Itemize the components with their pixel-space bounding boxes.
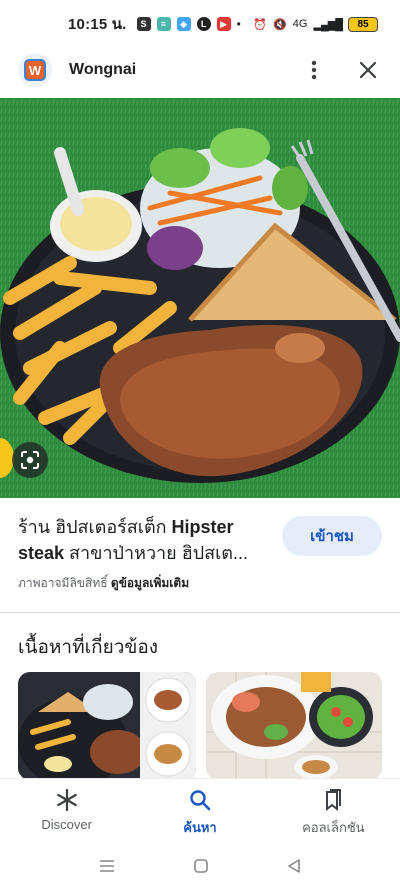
status-right: ⏰ 🔇 4G ▂▄▆█ 85 bbox=[253, 16, 378, 32]
nav-collections[interactable]: คอลเล็กชัน bbox=[267, 779, 400, 848]
title-suffix: สาขาป่าหวาย ฮิปสเต... bbox=[64, 543, 248, 563]
youtube-icon: ▶ bbox=[216, 17, 231, 31]
google-lens-icon bbox=[21, 451, 39, 469]
more-info-link[interactable]: ดูข้อมูลเพิ่มเติม bbox=[111, 576, 189, 590]
app-header: W Wongnai bbox=[0, 48, 400, 92]
nav-discover-label: Discover bbox=[41, 817, 92, 832]
bottom-navigation: Discover ค้นหา คอลเล็กชัน bbox=[0, 778, 400, 848]
title-line2-bold: steak bbox=[18, 543, 65, 563]
back-triangle-icon bbox=[287, 859, 300, 873]
more-vert-icon bbox=[311, 60, 317, 80]
app-title: Wongnai bbox=[69, 61, 137, 78]
wongnai-logo-icon: W bbox=[24, 59, 46, 81]
result-info: ร้าน ฮิปสเตอร์สเต็ก Hipster steak สาขาป่… bbox=[18, 514, 382, 593]
related-thumbnail[interactable] bbox=[18, 672, 196, 780]
related-heading: เนื้อหาที่เกี่ยวข้อง bbox=[18, 637, 159, 658]
related-thumbnail[interactable] bbox=[206, 672, 382, 780]
asterisk-icon bbox=[56, 789, 77, 811]
line-icon: L bbox=[196, 17, 211, 31]
search-icon bbox=[190, 790, 211, 811]
home-button[interactable] bbox=[193, 858, 209, 879]
visit-button[interactable]: เข้าชม bbox=[282, 516, 382, 556]
close-button[interactable] bbox=[354, 56, 382, 84]
home-square-icon bbox=[194, 859, 208, 873]
mute-icon: 🔇 bbox=[273, 18, 287, 31]
close-icon bbox=[359, 61, 377, 79]
app-icon: ≡ bbox=[156, 17, 171, 31]
copyright-line: ภาพอาจมีลิขสิทธิ์ ดูข้อมูลเพิ่มเติม bbox=[18, 574, 382, 593]
bookmarks-icon bbox=[326, 789, 342, 811]
result-title[interactable]: ร้าน ฮิปสเตอร์สเต็ก Hipster steak สาขาป่… bbox=[18, 514, 273, 566]
header-actions bbox=[300, 56, 382, 84]
title-bold: Hipster bbox=[171, 517, 234, 537]
nav-search[interactable]: ค้นหา bbox=[133, 779, 266, 848]
nav-discover[interactable]: Discover bbox=[0, 779, 133, 848]
nav-search-label: ค้นหา bbox=[183, 820, 217, 835]
notification-icons: S ≡ ◆ L ▶ • bbox=[136, 17, 241, 31]
related-image-2 bbox=[206, 672, 382, 780]
nav-collections-label: คอลเล็กชัน bbox=[302, 820, 365, 835]
section-divider bbox=[0, 612, 400, 613]
steak-plate-image bbox=[0, 98, 400, 498]
status-bar: 10:15 น. S ≡ ◆ L ▶ • ⏰ 🔇 4G ▂▄▆█ 85 bbox=[0, 0, 400, 48]
more-notifications-icon: • bbox=[236, 17, 241, 31]
steak-photo[interactable] bbox=[0, 98, 400, 498]
messenger-icon: ◆ bbox=[176, 17, 191, 31]
title-prefix: ร้าน ฮิปสเตอร์สเต็ก bbox=[18, 517, 172, 537]
alarm-icon: ⏰ bbox=[253, 18, 268, 31]
battery-indicator: 85 bbox=[348, 16, 378, 32]
related-image-1 bbox=[18, 672, 196, 780]
signal-icon: ▂▄▆█ bbox=[313, 18, 342, 31]
recents-button[interactable] bbox=[98, 858, 116, 879]
status-time: 10:15 น. bbox=[68, 16, 127, 33]
more-options-button[interactable] bbox=[300, 56, 328, 84]
lens-search-button[interactable] bbox=[12, 442, 48, 478]
back-button[interactable] bbox=[286, 858, 302, 879]
system-navigation bbox=[0, 848, 400, 889]
app-logo: W bbox=[18, 53, 52, 87]
menu-icon bbox=[100, 860, 115, 872]
copyright-text: ภาพอาจมีลิขสิทธิ์ bbox=[18, 576, 111, 590]
network-type: 4G bbox=[292, 18, 308, 30]
shopee-icon: S bbox=[136, 17, 151, 31]
